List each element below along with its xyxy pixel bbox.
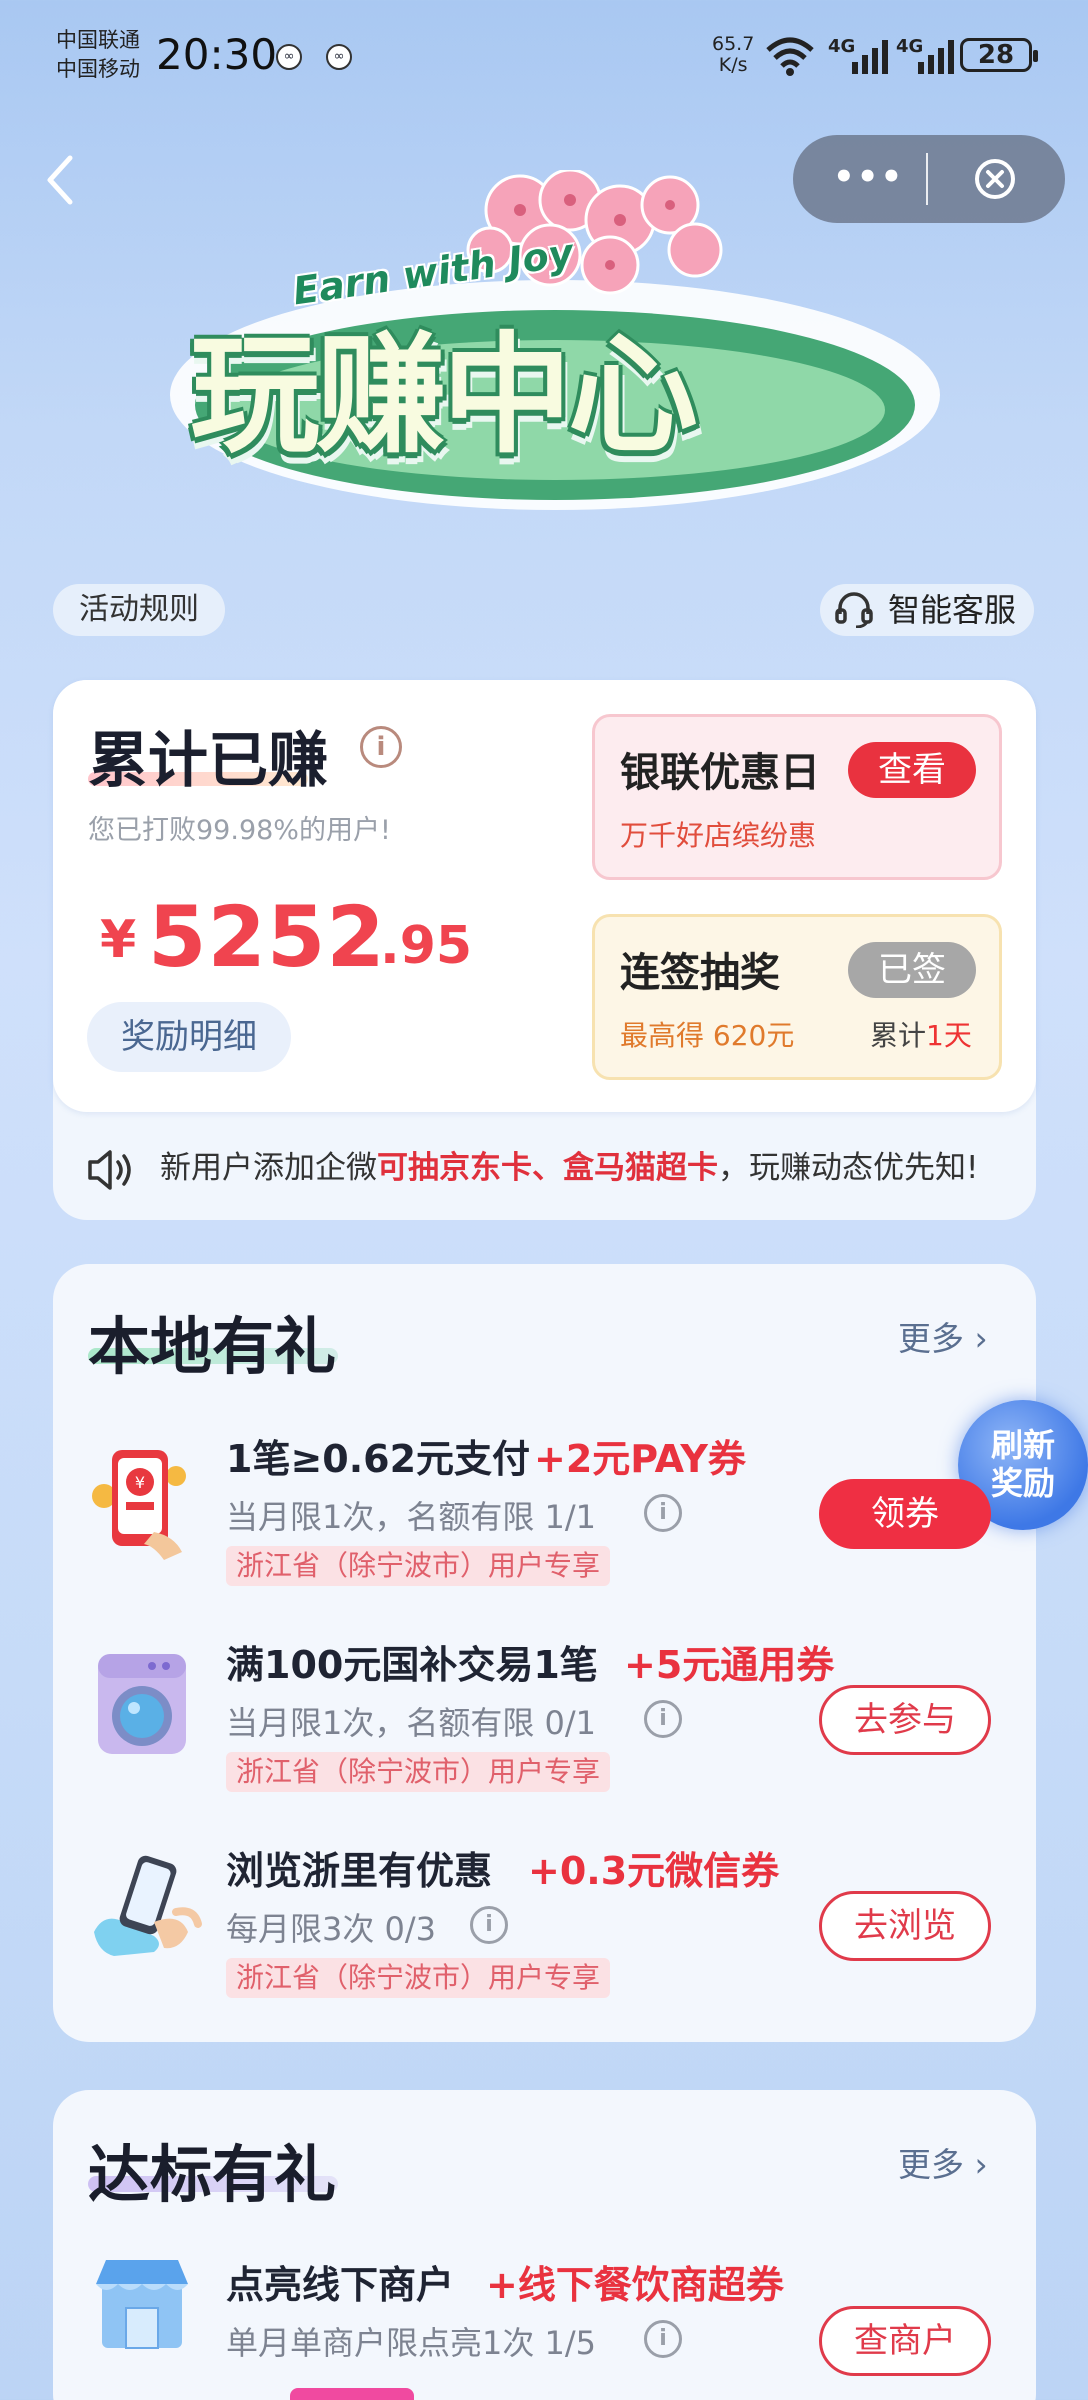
info-icon[interactable]: i (644, 2320, 682, 2358)
unionpay-title: 银联优惠日 (620, 750, 820, 796)
notice-banner[interactable]: 新用户添加企微可抽京东卡、盒马猫超卡，玩赚动态优先知! (160, 1142, 978, 1187)
task-limit: 单月单商户限点亮1次 1/5 (226, 2324, 597, 2362)
standard-gifts-more-link[interactable]: 更多 › (898, 2138, 988, 2186)
signal-icon (918, 40, 954, 74)
earnings-amount: 5252 (148, 888, 386, 986)
net-speed-value: 65.7 (712, 33, 755, 55)
net-speed: 65.7 K/s (712, 34, 754, 76)
earnings-subtitle: 您已打败99.98%的用户! (88, 815, 391, 846)
signin-status-button[interactable]: 已签 (848, 942, 976, 998)
task-title: 浏览浙里有优惠 (226, 1849, 493, 1893)
task-limit: 当月限1次，名额有限 0/1 (226, 1704, 597, 1742)
page-title: 玩赚中心 (190, 319, 698, 471)
refresh-label-1: 刷新 (990, 1426, 1055, 1464)
status-carrier: 中国联通 中国移动 (56, 26, 140, 84)
signin-total-prefix: 累计 (870, 1019, 927, 1052)
info-icon[interactable]: i (644, 1494, 682, 1532)
task-reward: +0.3元微信券 (528, 1849, 780, 1893)
back-icon[interactable] (40, 150, 80, 210)
battery-icon: 28 (960, 38, 1038, 72)
task-title: 1笔≥0.62元支付 (226, 1437, 531, 1481)
region-tag: 浙江省（除宁波市）用户专享 (226, 1546, 611, 1586)
customer-service-label: 智能客服 (888, 591, 1017, 629)
status-time: 20:30 (156, 30, 278, 79)
task-title: 点亮线下商户 (226, 2263, 455, 2307)
net-speed-unit: K/s (718, 54, 748, 76)
currency-symbol: ¥ (100, 910, 137, 970)
notice-highlight: 可抽京东卡、盒马猫超卡 (377, 1150, 718, 1186)
task-reward: +5元通用券 (624, 1643, 835, 1687)
carrier-1: 中国联通 (56, 28, 140, 52)
local-gifts-title: 本地有礼 (88, 1310, 337, 1383)
storefront-icon (96, 2260, 188, 2349)
close-icon[interactable] (973, 157, 1017, 201)
task-reward: +线下餐饮商超券 (486, 2263, 784, 2307)
region-tag: 浙江省（除宁波市）用户专享 (226, 1752, 611, 1792)
more-label: 更多 (898, 1319, 964, 1358)
signin-total-value: 1天 (926, 1019, 972, 1052)
info-icon[interactable]: i (360, 726, 402, 768)
task-reward: +2元PAY券 (534, 1437, 746, 1481)
view-merchants-button[interactable]: 查商户 (819, 2306, 991, 2376)
signin-title: 连签抽奖 (620, 950, 780, 996)
notice-prefix: 新用户添加企微 (160, 1150, 377, 1186)
info-icon[interactable]: i (644, 1700, 682, 1738)
task-title: 满100元国补交易1笔 (226, 1643, 598, 1687)
customer-service-button[interactable]: 智能客服 (820, 584, 1035, 636)
washing-machine-icon (98, 1654, 186, 1754)
earnings-title: 累计已赚 (88, 726, 328, 796)
svg-text:¥: ¥ (135, 1473, 145, 1492)
hand-phone-icon (94, 1855, 202, 1956)
earnings-amount-decimal: .95 (380, 916, 473, 976)
headset-icon (835, 592, 873, 628)
participate-button[interactable]: 去参与 (819, 1685, 991, 1755)
unionpay-view-button[interactable]: 查看 (848, 742, 976, 798)
standard-gifts-title: 达标有礼 (88, 2138, 337, 2211)
region-tag: 浙江省（除宁波市）用户专享 (226, 1958, 611, 1998)
unionpay-subtitle: 万千好店缤纷惠 (620, 819, 817, 852)
wifi-icon (766, 37, 814, 76)
notification-icon: ∞ (276, 44, 302, 70)
signin-max-reward: 最高得 620元 (620, 1019, 795, 1052)
carrier-2: 中国移动 (56, 57, 140, 81)
local-gifts-more-link[interactable]: 更多 › (898, 1312, 988, 1360)
reward-detail-button[interactable]: 奖励明细 (87, 1002, 291, 1072)
signin-total-days: 累计1天 (870, 1014, 972, 1054)
notice-suffix: ，玩赚动态优先知! (718, 1150, 979, 1186)
claim-coupon-button[interactable]: 领券 (819, 1479, 991, 1549)
phone-payment-icon: ¥ (92, 1450, 186, 1560)
more-label: 更多 (898, 2145, 964, 2184)
speaker-icon (88, 1150, 131, 1190)
notification-icon: ∞ (326, 44, 352, 70)
info-icon[interactable]: i (470, 1906, 508, 1944)
browse-button[interactable]: 去浏览 (819, 1891, 991, 1961)
signal-icon (852, 40, 888, 74)
task-limit: 当月限1次，名额有限 1/1 (226, 1498, 597, 1536)
task-limit: 每月限3次 0/3 (226, 1910, 437, 1948)
tag-badge-partial (290, 2388, 414, 2400)
rules-button[interactable]: 活动规则 (53, 584, 225, 636)
